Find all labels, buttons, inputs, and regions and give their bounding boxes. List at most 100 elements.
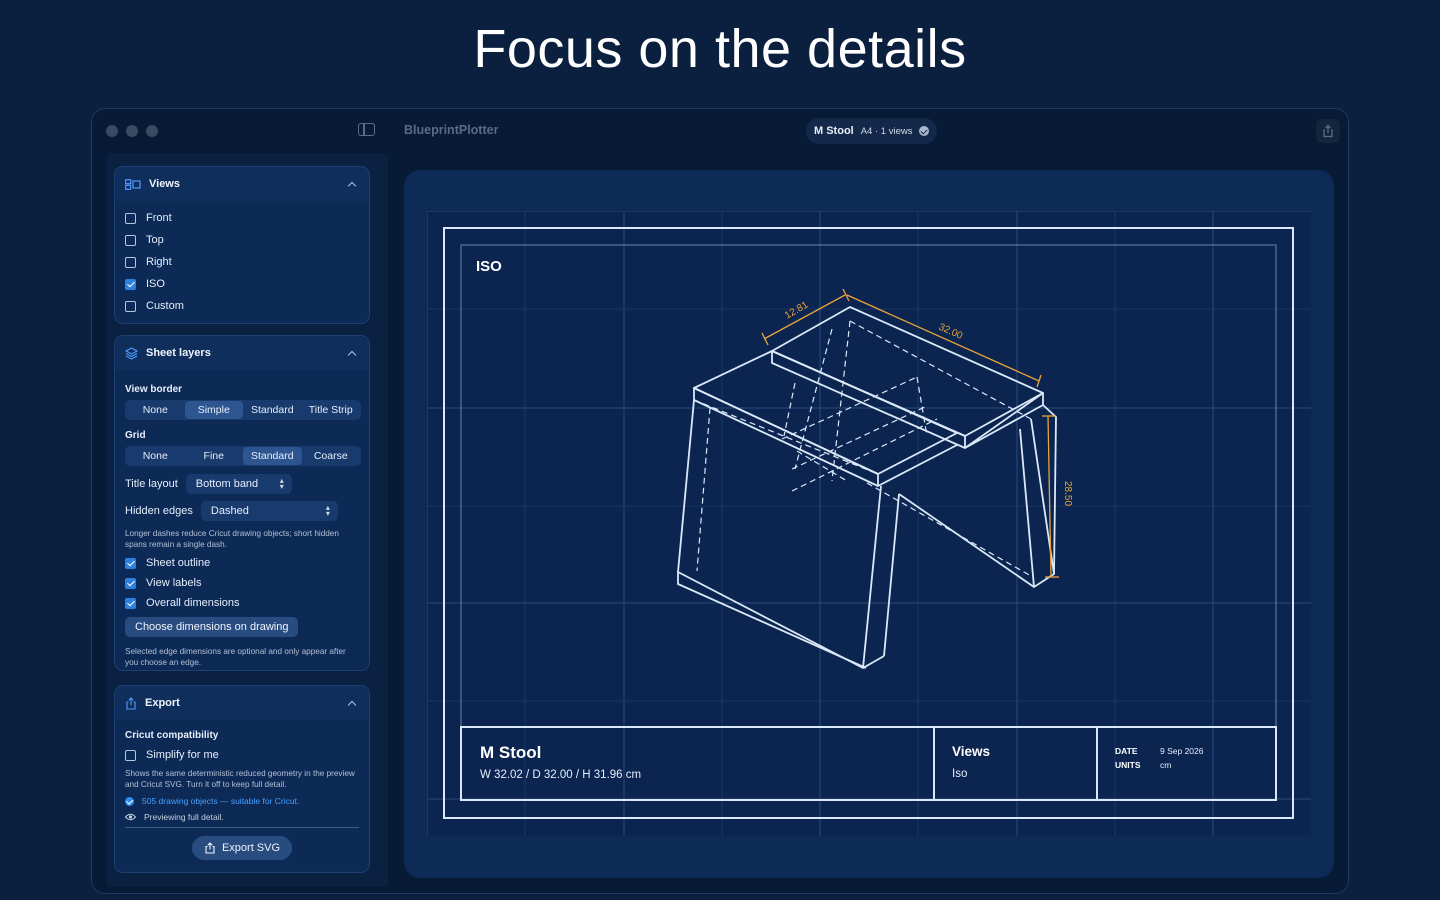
title-block-size: W 32.02 / D 32.00 / H 31.96 cm: [480, 769, 641, 781]
title-layout-select[interactable]: Bottom band ▴ ▾: [185, 474, 292, 494]
sidebar: Views Front Top Right ISO Custom Sheet layer…: [106, 153, 388, 887]
app-window: BlueprintPlotter M Stool A4 · 1 views Vi…: [91, 108, 1349, 894]
sheet-layers-header[interactable]: Sheet layers: [115, 336, 369, 370]
checkmark-icon: [919, 126, 930, 136]
hidden-edges: [693, 320, 1032, 577]
views-list: Front Top Right ISO Custom: [115, 201, 369, 323]
export-svg-button[interactable]: Export SVG: [192, 836, 292, 860]
simplify-checkbox[interactable]: [125, 749, 136, 761]
views-panel-header[interactable]: Views: [115, 167, 369, 201]
title-block-views-label: Views: [952, 744, 990, 759]
choose-dimensions-button[interactable]: Choose dimensions on drawing: [125, 617, 299, 637]
share-icon: [205, 842, 215, 854]
layer-toggle-overall-dimensions-checkbox[interactable]: [125, 597, 136, 609]
chevron-up-icon[interactable]: [347, 350, 357, 359]
chevron-up-icon[interactable]: [347, 181, 357, 190]
stool-iso-drawing: [677, 306, 1057, 669]
dimension-depth-label: 12.81: [783, 299, 811, 321]
view-item-custom-checkbox[interactable]: [125, 300, 136, 312]
simplify-checkbox-row[interactable]: Simplify for me: [125, 744, 359, 766]
grid-option-standard[interactable]: Standard: [243, 447, 302, 465]
view-item-top-checkbox[interactable]: [125, 234, 136, 246]
grid-option-coarse[interactable]: Coarse: [302, 447, 361, 465]
view-border-label: View border: [125, 384, 183, 395]
dimensions-help: Selected edge dimensions are optional an…: [125, 647, 346, 667]
eye-icon: [125, 813, 136, 821]
chevron-up-icon[interactable]: [347, 700, 357, 709]
export-panel-header[interactable]: Export: [115, 686, 369, 720]
document-pill[interactable]: M Stool A4 · 1 views: [806, 118, 938, 144]
view-item-top[interactable]: Top: [125, 229, 359, 251]
layer-toggle-overall-dimensions[interactable]: Overall dimensions: [125, 593, 359, 613]
dimension-height-label: 28.50: [1062, 481, 1073, 506]
layer-toggle-view-labels-label: View labels: [146, 577, 202, 589]
preview-status-row: Previewing full detail.: [125, 812, 359, 828]
view-item-front-label: Front: [146, 212, 172, 224]
view-border-segmented-control[interactable]: None Simple Standard Title Strip: [125, 400, 361, 420]
hidden-edges-label: Hidden edges: [125, 505, 193, 517]
view-border-option-none[interactable]: None: [126, 401, 185, 419]
views-panel-title: Views: [149, 178, 180, 190]
layer-toggle-view-labels[interactable]: View labels: [125, 573, 359, 593]
sheet-outline: [443, 227, 1294, 819]
view-border-option-standard[interactable]: Standard: [243, 401, 302, 419]
sheet-layers-body: View border None Simple Standard Title Stri…: [115, 370, 369, 670]
layer-toggle-sheet-outline-label: Sheet outline: [146, 557, 211, 569]
grid-option-none[interactable]: None: [126, 447, 185, 465]
headline: Focus on the details: [473, 19, 967, 79]
view-item-iso-checkbox[interactable]: [125, 278, 136, 290]
title-block-date-value: 9 Sep 2026: [1160, 746, 1204, 756]
zoom-window-button[interactable]: [146, 125, 158, 137]
sidebar-toggle-icon[interactable]: [358, 123, 375, 136]
title-layout-value: Bottom band: [195, 478, 259, 490]
checkmark-circle-icon: [125, 796, 134, 806]
view-item-right-label: Right: [146, 256, 172, 268]
layer-toggles: Sheet outline View labels Overall dimensio…: [125, 553, 359, 613]
view-item-custom[interactable]: Custom: [125, 295, 359, 317]
export-svg-label: Export SVG: [221, 842, 281, 854]
export-icon: [126, 696, 136, 710]
share-button[interactable]: [1316, 119, 1340, 143]
layer-toggle-overall-dimensions-label: Overall dimensions: [146, 597, 240, 609]
views-icon: [125, 178, 141, 190]
updown-chevron-icon: ▴ ▾: [325, 503, 330, 518]
preview-status-text: Previewing full detail.: [144, 812, 224, 822]
layer-toggle-view-labels-checkbox[interactable]: [125, 577, 136, 589]
hidden-edges-row: Hidden edges Dashed ▴ ▾: [125, 500, 359, 522]
simplify-label: Simplify for me: [146, 749, 219, 761]
title-block-views-value: Iso: [952, 768, 967, 780]
cricut-label: Cricut compatibility: [125, 730, 219, 741]
view-item-right[interactable]: Right: [125, 251, 359, 273]
title-block-units-label: UNITS: [1115, 760, 1141, 770]
export-panel: Export Cricut compatibility Simplify for…: [114, 685, 370, 873]
grid-segmented-control[interactable]: None Fine Standard Coarse: [125, 446, 361, 466]
close-window-button[interactable]: [106, 125, 118, 137]
hidden-edges-help: Longer dashes reduce Cricut drawing obje…: [125, 529, 339, 549]
layer-toggle-sheet-outline-checkbox[interactable]: [125, 557, 136, 569]
title-block-name: M Stool: [480, 743, 541, 762]
view-item-front-checkbox[interactable]: [125, 212, 136, 224]
grid-option-fine[interactable]: Fine: [185, 447, 244, 465]
status-ok-text: 505 drawing objects — suitable for Cricu…: [142, 796, 300, 806]
layer-toggle-sheet-outline[interactable]: Sheet outline: [125, 553, 359, 573]
view-item-iso[interactable]: ISO: [125, 273, 359, 295]
simplify-help: Shows the same deterministic reduced geo…: [125, 769, 355, 789]
hidden-edges-select[interactable]: Dashed ▴ ▾: [200, 501, 338, 521]
drawing-canvas[interactable]: ISO 12.81 32.00 28.50 M Stool W 32.02 / …: [404, 170, 1334, 878]
title-block-date-label: DATE: [1115, 746, 1138, 756]
export-panel-body: Cricut compatibility Simplify for me Sho…: [115, 720, 369, 870]
title-block-units-value: cm: [1160, 760, 1171, 770]
view-item-right-checkbox[interactable]: [125, 256, 136, 268]
view-border-option-simple[interactable]: Simple: [184, 401, 243, 419]
choose-dimensions-wrap: Choose dimensions on drawing: [125, 617, 359, 637]
view-border-option-title-strip[interactable]: Title Strip: [302, 401, 361, 419]
drawing-sheet: ISO 12.81 32.00 28.50 M Stool W 32.02 / …: [427, 211, 1311, 836]
dimension-width-label: 32.00: [937, 322, 965, 342]
document-name: M Stool: [814, 125, 854, 137]
views-panel: Views Front Top Right ISO Custom: [114, 166, 370, 324]
document-meta: A4 · 1 views: [860, 125, 913, 137]
app-name: BlueprintPlotter: [404, 123, 499, 137]
view-item-front[interactable]: Front: [125, 207, 359, 229]
minimize-window-button[interactable]: [126, 125, 138, 137]
share-icon: [1323, 124, 1333, 138]
